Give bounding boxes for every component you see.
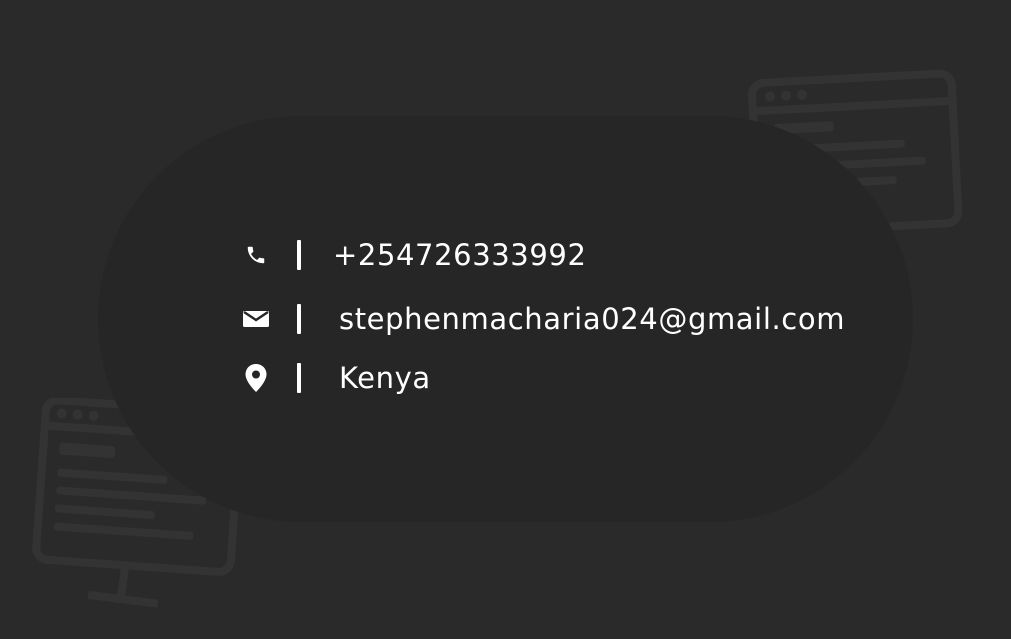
location-pin-icon xyxy=(243,364,269,392)
location-row: Kenya xyxy=(243,361,431,395)
contact-page: +254726333992 stephenmacharia024@gmail.c… xyxy=(0,0,1011,637)
separator xyxy=(297,240,301,270)
location-text: Kenya xyxy=(339,361,431,395)
phone-row[interactable]: +254726333992 xyxy=(243,238,587,272)
mail-icon xyxy=(243,306,269,332)
email-address[interactable]: stephenmacharia024@gmail.com xyxy=(339,302,845,336)
separator xyxy=(297,304,301,334)
phone-icon xyxy=(243,242,269,268)
email-row[interactable]: stephenmacharia024@gmail.com xyxy=(243,302,845,336)
separator xyxy=(297,363,301,393)
phone-number[interactable]: +254726333992 xyxy=(333,238,587,272)
